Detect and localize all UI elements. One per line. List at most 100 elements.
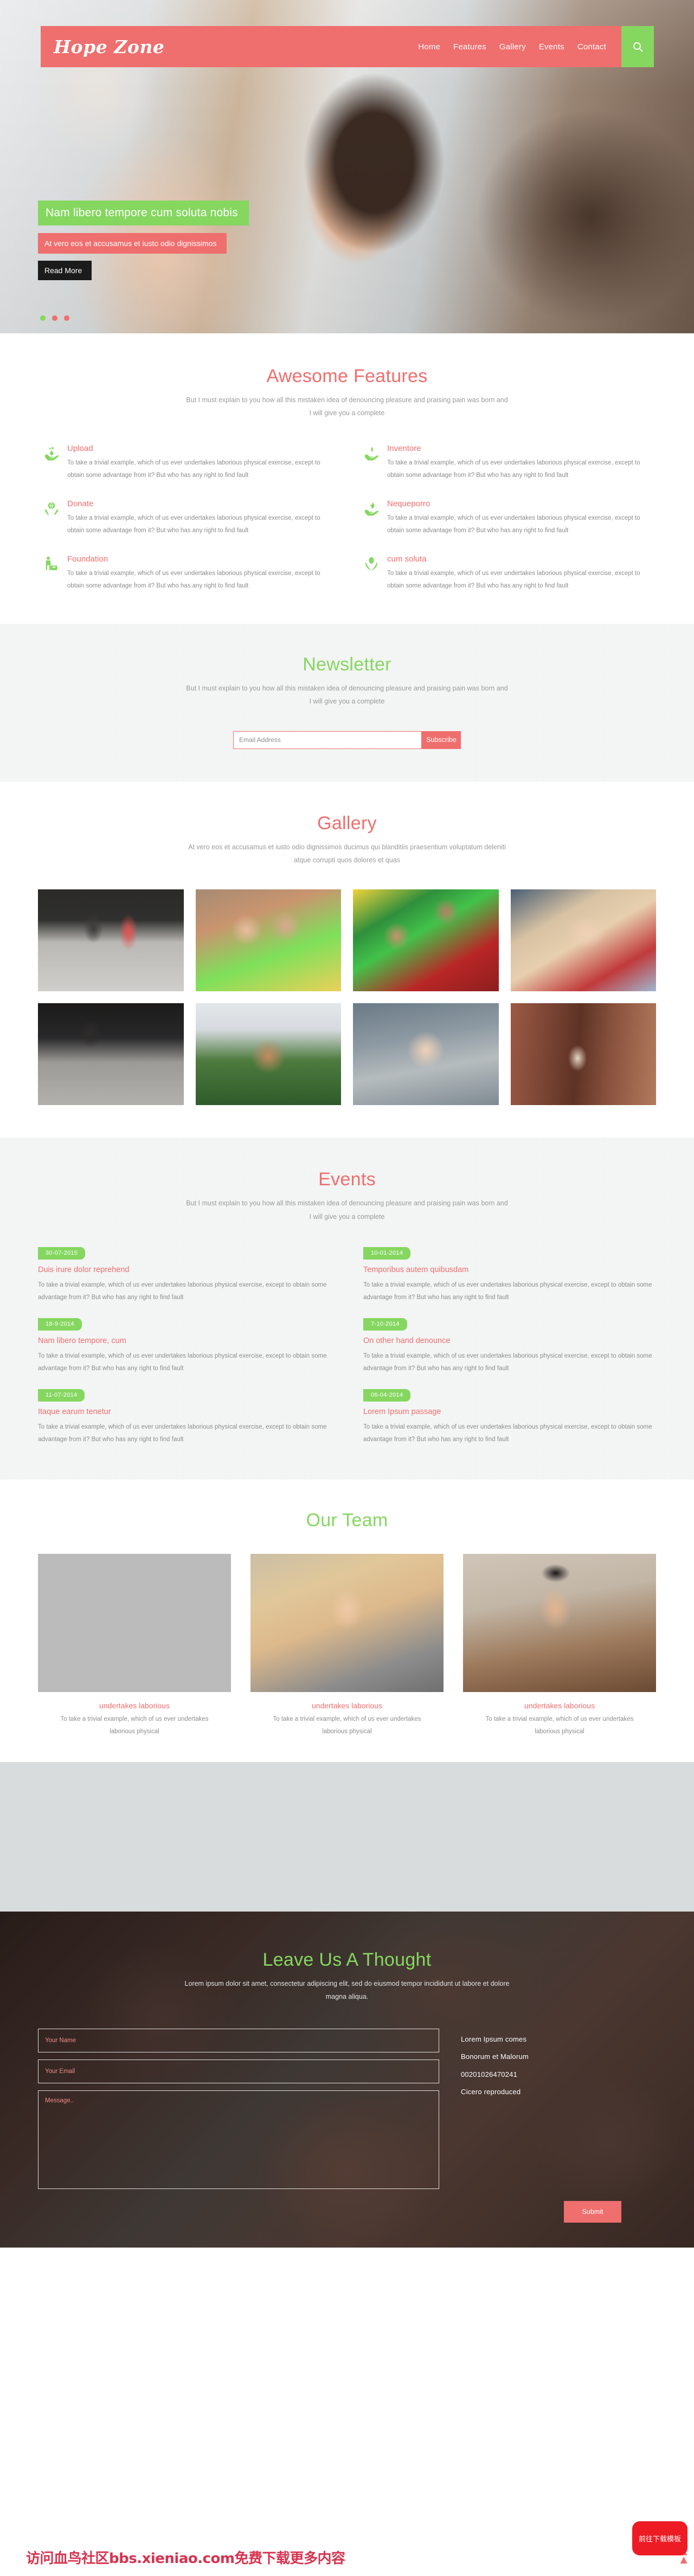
contact-email-input[interactable] [38,2059,439,2083]
team-member-photo[interactable] [250,1554,444,1692]
feature-title: cum soluta [387,554,427,564]
newsletter-subscribe-button[interactable]: Subscribe [422,731,461,749]
nav-link-features[interactable]: Features [453,42,486,51]
feature-title: Nequeporro [387,499,430,508]
feature-title: Donate [67,499,94,508]
contact-info-line: Cicero reproduced [461,2088,521,2096]
gallery-item[interactable] [195,889,341,992]
hero-slider-dots [40,315,69,321]
contact-name-input[interactable] [38,2028,439,2052]
event-card: 10-01-2014 Temporibus autem quibusdam To… [363,1247,656,1304]
gallery-title: Gallery [317,812,377,834]
feature-title: Upload [67,443,93,453]
contact-section: Leave Us A Thought Lorem ipsum dolor sit… [0,1912,694,2248]
features-subtitle: But I must explain to you how all this m… [186,396,508,417]
event-title[interactable]: On other hand denounce [363,1337,656,1345]
gallery-item[interactable] [38,1003,184,1106]
hero-slider: Hope Zone Home Features Gallery Events C… [0,0,694,333]
feature-title: Inventore [387,443,421,453]
event-desc: To take a trivial example, which of us e… [363,1424,652,1443]
event-title[interactable]: Temporibus autem quibusdam [363,1266,656,1274]
feature-desc: To take a trivial example, which of us e… [67,514,320,534]
newsletter-email-input[interactable] [233,731,422,749]
event-title[interactable]: Itaque earum tenetur [38,1408,331,1416]
event-date-badge: 11-07-2014 [38,1389,85,1402]
event-card: 30-07-2015 Duis irure dolor reprehend To… [38,1247,331,1304]
donation-box-person-icon [43,554,60,572]
download-template-badge[interactable]: 前往下载模板 [632,2521,687,2555]
team-member-desc: To take a trivial example, which of us e… [60,1716,209,1735]
globe-in-hands-icon [43,499,60,517]
event-title[interactable]: Nam libero tempore, cum [38,1337,331,1345]
contact-body: Lorem Ipsum comes Bonorum et Malorum 002… [38,2028,656,2189]
newsletter-section: Newsletter But I must explain to you how… [0,623,694,782]
gallery-grid [38,889,656,1106]
team-member-photo[interactable] [38,1554,231,1692]
hero-title: Nam libero tempore cum soluta nobis [38,201,249,225]
features-grid: Upload To take a trivial example, which … [38,444,656,592]
slider-dot-1[interactable] [40,315,46,321]
gallery-item[interactable] [510,889,656,992]
slider-dot-3[interactable] [64,315,69,321]
team-member-card: undertakes laborious To take a trivial e… [250,1554,444,1738]
nav-link-gallery[interactable]: Gallery [499,42,526,51]
events-title: Events [318,1169,376,1190]
team-member-name: undertakes laborious [99,1701,170,1710]
event-card: 18-9-2014 Nam libero tempore, cum To tak… [38,1318,331,1375]
team-member-photo[interactable] [463,1554,656,1692]
search-icon [633,42,643,52]
gallery-item[interactable] [353,1003,499,1106]
feature-desc: To take a trivial example, which of us e… [387,459,640,479]
slider-dot-2[interactable] [52,315,57,321]
event-title[interactable]: Lorem Ipsum passage [363,1408,656,1416]
gallery-item[interactable] [510,1003,656,1106]
features-section: Awesome Features But I must explain to y… [0,333,694,624]
search-button[interactable] [621,26,654,67]
hero-caption: Nam libero tempore cum soluta nobis At v… [38,201,249,280]
team-member-name: undertakes laborious [312,1701,382,1710]
event-date-badge: 10-01-2014 [363,1247,411,1260]
sprout-in-hand-icon [43,444,60,461]
page-root: Hope Zone Home Features Gallery Events C… [0,0,694,2567]
event-date-badge: 06-04-2014 [363,1389,411,1402]
main-navbar: Hope Zone Home Features Gallery Events C… [41,26,654,67]
event-date-badge: 7-10-2014 [363,1318,407,1331]
event-card: 7-10-2014 On other hand denounce To take… [363,1318,656,1375]
nav-link-home[interactable]: Home [418,42,440,51]
contact-message-textarea[interactable] [38,2090,439,2189]
contact-info-list: Lorem Ipsum comes Bonorum et Malorum 002… [461,2029,656,2189]
site-watermark: 访问血鸟社区bbs.xieniao.com免费下载更多内容 [26,2551,345,2567]
hero-read-more-button[interactable]: Read More [38,261,92,280]
contact-info-line: 00201026470241 [461,2070,518,2078]
event-card: 11-07-2014 Itaque earum tenetur To take … [38,1389,331,1446]
site-logo[interactable]: Hope Zone [54,36,164,57]
team-member-desc: To take a trivial example, which of us e… [485,1716,634,1735]
team-member-desc: To take a trivial example, which of us e… [273,1716,421,1735]
feature-title: Foundation [67,554,108,564]
contact-submit-button[interactable]: Submit [564,2200,621,2223]
events-section: Events But I must explain to you how all… [0,1138,694,1480]
events-grid: 30-07-2015 Duis irure dolor reprehend To… [38,1247,656,1446]
feature-desc: To take a trivial example, which of us e… [387,514,640,534]
feature-item: Foundation To take a trivial example, wh… [43,554,331,592]
event-date-badge: 18-9-2014 [38,1318,82,1331]
contact-title: Leave Us A Thought [262,1949,432,1970]
contact-form [38,2028,439,2189]
nav-link-contact[interactable]: Contact [577,42,606,51]
gallery-item[interactable] [353,889,499,992]
event-desc: To take a trivial example, which of us e… [38,1282,327,1301]
newsletter-form: Subscribe [38,731,656,749]
feature-item: Donate To take a trivial example, which … [43,499,331,537]
gallery-item[interactable] [195,1003,341,1106]
nav-link-events[interactable]: Events [539,42,564,51]
feature-desc: To take a trivial example, which of us e… [67,570,320,589]
feature-item: Inventore To take a trivial example, whi… [363,444,651,482]
hero-subtitle: At vero eos et accusamus et iusto odio d… [38,233,227,254]
contact-info-line: Bonorum et Malorum [461,2052,529,2061]
team-member-card: undertakes laborious To take a trivial e… [463,1554,656,1738]
event-title[interactable]: Duis irure dolor reprehend [38,1266,331,1274]
gallery-item[interactable] [38,889,184,992]
team-grid: undertakes laborious To take a trivial e… [38,1554,656,1738]
features-title: Awesome Features [266,366,428,386]
feature-item: cum soluta To take a trivial example, wh… [363,554,651,592]
